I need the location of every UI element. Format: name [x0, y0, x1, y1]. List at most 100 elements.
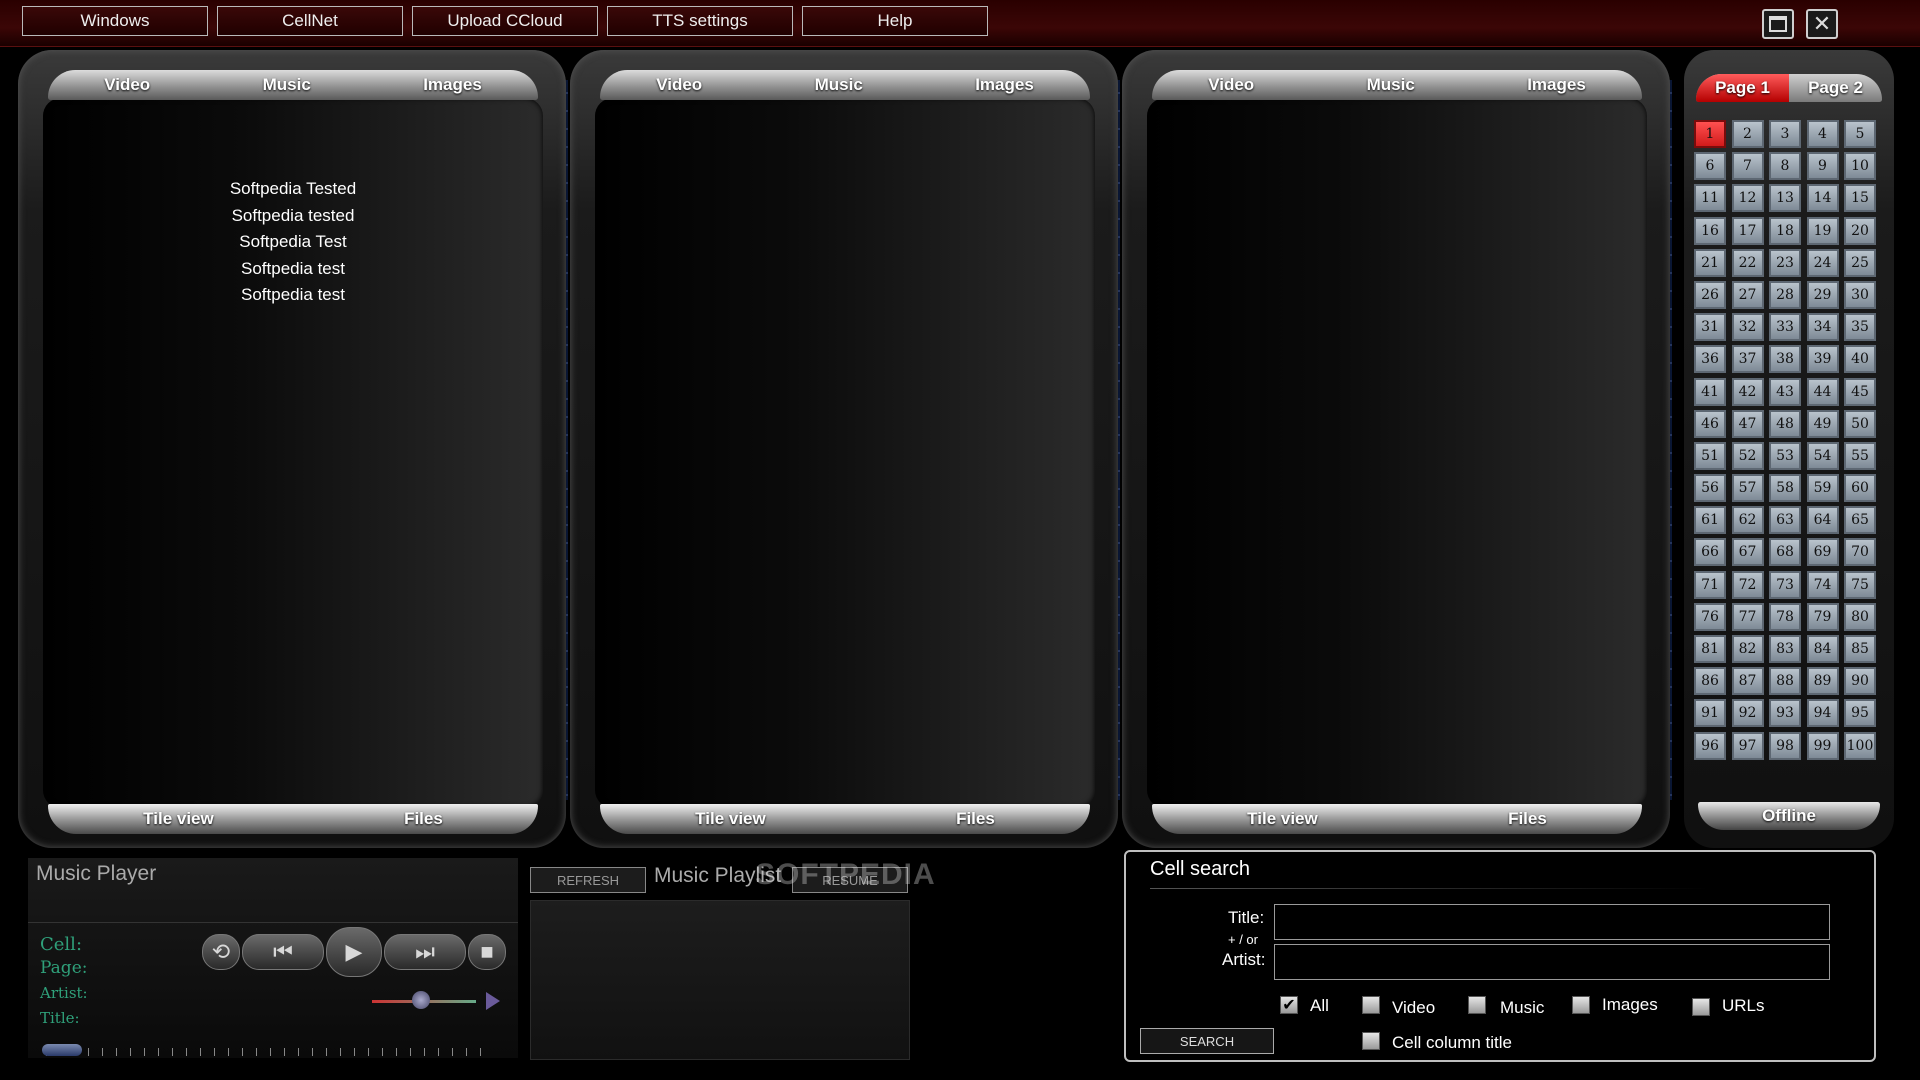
page-cell-77[interactable]: 77: [1731, 602, 1764, 631]
files-button[interactable]: Files: [956, 809, 995, 829]
filter-images-checkbox[interactable]: [1572, 996, 1590, 1014]
tab-video[interactable]: Video: [1208, 75, 1254, 95]
page-cell-12[interactable]: 12: [1731, 184, 1764, 213]
page-cell-62[interactable]: 62: [1731, 506, 1764, 535]
list-item[interactable]: Softpedia Tested: [43, 176, 543, 203]
filter-video-checkbox[interactable]: [1362, 996, 1380, 1014]
page-cell-24[interactable]: 24: [1806, 248, 1839, 277]
panel-1-screen[interactable]: Softpedia Tested Softpedia tested Softpe…: [43, 98, 543, 808]
page-cell-81[interactable]: 81: [1694, 635, 1726, 663]
search-button[interactable]: SEARCH: [1140, 1028, 1274, 1054]
page-cell-5[interactable]: 5: [1844, 120, 1876, 148]
tab-images[interactable]: Images: [423, 75, 482, 95]
volume-icon[interactable]: [486, 992, 500, 1010]
menu-cellnet-button[interactable]: CellNet: [217, 6, 403, 36]
page-cell-7[interactable]: 7: [1731, 152, 1764, 181]
cell-column-title-checkbox[interactable]: [1362, 1032, 1380, 1050]
page-cell-55[interactable]: 55: [1844, 441, 1876, 470]
tab-images[interactable]: Images: [975, 75, 1034, 95]
page-cell-10[interactable]: 10: [1844, 152, 1876, 181]
page-cell-53[interactable]: 53: [1769, 441, 1801, 470]
page-cell-96[interactable]: 96: [1694, 731, 1726, 760]
repeat-button[interactable]: ⟲: [202, 934, 240, 970]
tab-music[interactable]: Music: [263, 75, 311, 95]
playlist-list[interactable]: [530, 900, 910, 1060]
page-cell-98[interactable]: 98: [1769, 731, 1801, 760]
next-button[interactable]: ⏭: [384, 934, 466, 970]
page-cell-28[interactable]: 28: [1769, 280, 1801, 309]
page-cell-84[interactable]: 84: [1806, 635, 1839, 663]
page-cell-9[interactable]: 9: [1806, 152, 1839, 181]
page-cell-32[interactable]: 32: [1731, 313, 1764, 342]
page-cell-34[interactable]: 34: [1806, 313, 1839, 342]
page-cell-14[interactable]: 14: [1806, 184, 1839, 213]
page-cell-95[interactable]: 95: [1844, 699, 1876, 728]
page-cell-31[interactable]: 31: [1694, 313, 1726, 342]
refresh-button[interactable]: REFRESH: [530, 867, 646, 893]
page-cell-37[interactable]: 37: [1731, 345, 1764, 374]
page-cell-57[interactable]: 57: [1731, 474, 1764, 503]
page-cell-69[interactable]: 69: [1806, 538, 1839, 567]
page-cell-99[interactable]: 99: [1806, 731, 1839, 760]
page-cell-35[interactable]: 35: [1844, 313, 1876, 342]
page-cell-75[interactable]: 75: [1844, 570, 1876, 599]
play-button[interactable]: ▶: [326, 927, 382, 977]
page-cell-80[interactable]: 80: [1844, 602, 1876, 631]
page-cell-42[interactable]: 42: [1731, 377, 1764, 406]
list-item[interactable]: Softpedia Test: [43, 229, 543, 256]
title-input[interactable]: [1274, 904, 1830, 940]
page-cell-90[interactable]: 90: [1844, 667, 1876, 696]
page-cell-23[interactable]: 23: [1769, 248, 1801, 277]
tile-view-button[interactable]: Tile view: [143, 809, 214, 829]
page-cell-41[interactable]: 41: [1694, 377, 1726, 406]
page-cell-70[interactable]: 70: [1844, 538, 1876, 567]
page-cell-20[interactable]: 20: [1844, 216, 1876, 245]
tab-page-1[interactable]: Page 1: [1696, 74, 1789, 102]
page-cell-27[interactable]: 27: [1731, 280, 1764, 309]
page-cell-1[interactable]: 1: [1694, 120, 1726, 148]
tile-view-button[interactable]: Tile view: [695, 809, 766, 829]
files-button[interactable]: Files: [404, 809, 443, 829]
page-cell-52[interactable]: 52: [1731, 441, 1764, 470]
page-cell-56[interactable]: 56: [1694, 474, 1726, 503]
page-cell-64[interactable]: 64: [1806, 506, 1839, 535]
filter-music-checkbox[interactable]: [1468, 996, 1486, 1014]
page-cell-100[interactable]: 100: [1844, 731, 1876, 760]
page-cell-67[interactable]: 67: [1731, 538, 1764, 567]
filter-urls-checkbox[interactable]: [1692, 998, 1710, 1016]
menu-tts-settings-button[interactable]: TTS settings: [607, 6, 793, 36]
page-cell-71[interactable]: 71: [1694, 570, 1726, 599]
page-cell-72[interactable]: 72: [1731, 570, 1764, 599]
page-cell-11[interactable]: 11: [1694, 184, 1726, 213]
page-cell-46[interactable]: 46: [1694, 409, 1726, 438]
page-cell-39[interactable]: 39: [1806, 345, 1839, 374]
page-cell-83[interactable]: 83: [1769, 635, 1801, 663]
tab-page-2[interactable]: Page 2: [1789, 74, 1882, 102]
tab-music[interactable]: Music: [1367, 75, 1415, 95]
files-button[interactable]: Files: [1508, 809, 1547, 829]
page-cell-30[interactable]: 30: [1844, 280, 1876, 309]
page-cell-21[interactable]: 21: [1694, 248, 1726, 277]
page-cell-36[interactable]: 36: [1694, 345, 1726, 374]
page-cell-45[interactable]: 45: [1844, 377, 1876, 406]
page-cell-97[interactable]: 97: [1731, 731, 1764, 760]
menu-windows-button[interactable]: Windows: [22, 6, 208, 36]
page-cell-40[interactable]: 40: [1844, 345, 1876, 374]
page-cell-65[interactable]: 65: [1844, 506, 1876, 535]
page-cell-85[interactable]: 85: [1844, 635, 1876, 663]
page-cell-15[interactable]: 15: [1844, 184, 1876, 213]
page-cell-44[interactable]: 44: [1806, 377, 1839, 406]
page-cell-63[interactable]: 63: [1769, 506, 1801, 535]
page-cell-92[interactable]: 92: [1731, 699, 1764, 728]
page-cell-47[interactable]: 47: [1731, 409, 1764, 438]
page-cell-94[interactable]: 94: [1806, 699, 1839, 728]
page-cell-8[interactable]: 8: [1769, 152, 1801, 181]
tab-images[interactable]: Images: [1527, 75, 1586, 95]
list-item[interactable]: Softpedia test: [43, 256, 543, 283]
page-cell-93[interactable]: 93: [1769, 699, 1801, 728]
page-cell-87[interactable]: 87: [1731, 667, 1764, 696]
page-cell-50[interactable]: 50: [1844, 409, 1876, 438]
page-cell-38[interactable]: 38: [1769, 345, 1801, 374]
page-cell-66[interactable]: 66: [1694, 538, 1726, 567]
page-cell-25[interactable]: 25: [1844, 248, 1876, 277]
